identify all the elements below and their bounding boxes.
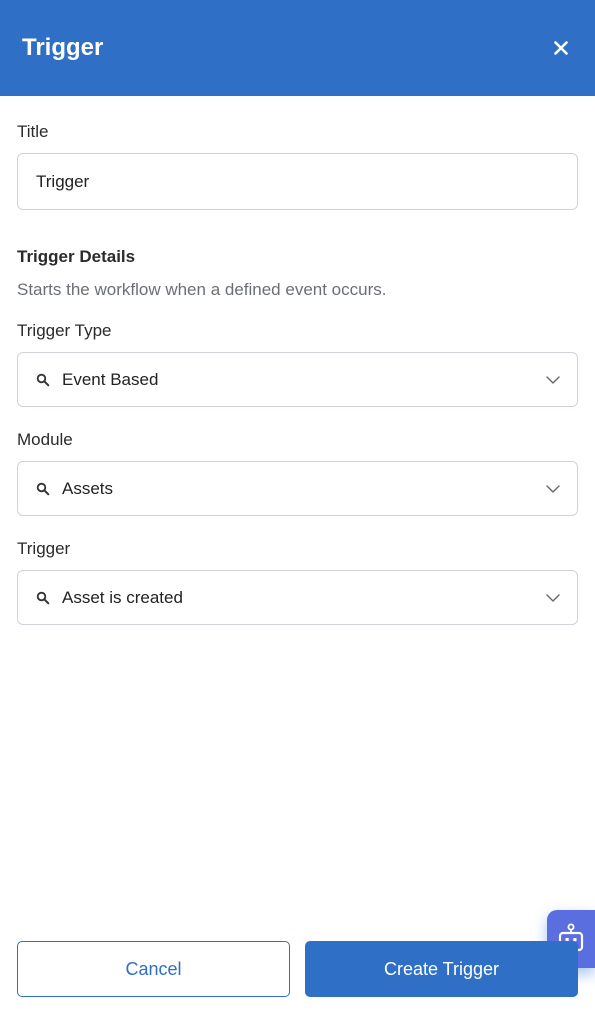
title-input[interactable]: Trigger — [17, 153, 578, 210]
trigger-type-select[interactable]: Event Based — [17, 352, 578, 407]
chevron-down-icon — [545, 484, 561, 494]
panel-footer: Cancel Create Trigger — [17, 941, 578, 997]
create-trigger-button[interactable]: Create Trigger — [305, 941, 578, 997]
title-label: Title — [17, 122, 49, 141]
close-button[interactable] — [546, 33, 576, 63]
search-icon — [36, 482, 50, 496]
module-label: Module — [17, 430, 73, 449]
close-icon — [554, 41, 568, 55]
chevron-down-icon — [545, 593, 561, 603]
module-select[interactable]: Assets — [17, 461, 578, 516]
module-value: Assets — [62, 478, 114, 498]
trigger-type-value: Event Based — [62, 369, 159, 389]
trigger-select[interactable]: Asset is created — [17, 570, 578, 625]
search-icon — [36, 373, 50, 387]
section-description: Starts the workflow when a defined event… — [17, 280, 387, 299]
trigger-type-label: Trigger Type — [17, 321, 112, 340]
trigger-value: Asset is created — [62, 587, 183, 607]
chevron-down-icon — [545, 375, 561, 385]
search-icon — [36, 591, 50, 605]
panel-header: Trigger — [0, 0, 595, 96]
section-heading: Trigger Details — [17, 247, 136, 266]
trigger-panel: Trigger Title Trigger Trigger Details St… — [0, 0, 595, 1024]
cancel-button[interactable]: Cancel — [17, 941, 290, 997]
panel-title: Trigger — [22, 34, 104, 61]
panel-body: Title Trigger Trigger Details Starts the… — [0, 122, 595, 625]
trigger-label: Trigger — [17, 539, 71, 558]
